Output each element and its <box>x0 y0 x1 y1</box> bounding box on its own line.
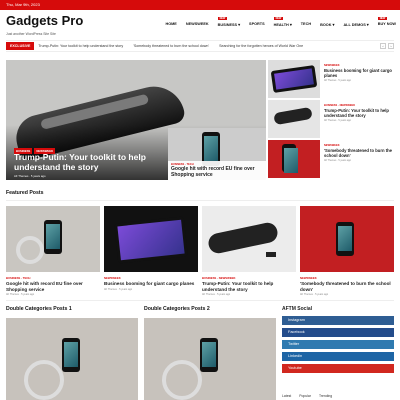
list-item[interactable]: BUSINESS · NEWSWEEK Trump-Putin: Your to… <box>268 100 396 140</box>
nav-all-demos[interactable]: ALL DEMOS ▾ <box>343 22 368 27</box>
divider <box>6 300 394 301</box>
site-header: Gadgets Pro Just another WordPress Site … <box>0 10 400 38</box>
ticker-item[interactable]: Trump-Putin: Your toolkit to help unders… <box>38 44 123 48</box>
post-meta: AF Themes · 5 years ago <box>6 293 35 296</box>
section-title-double-2: Double Categories Posts 2 <box>144 306 210 312</box>
new-badge: NEW <box>273 17 284 20</box>
list-item[interactable]: BUSINESS · NEWSWEEK Trump-Putin: Your to… <box>202 206 296 296</box>
mid-post[interactable]: BUSINESS · TECH Google hit with record E… <box>168 128 266 180</box>
post-category[interactable]: NEWSWEEK <box>300 276 394 280</box>
widget-title: AFTM Social <box>282 306 313 312</box>
post-category[interactable]: BUSINESS · NEWSWEEK <box>202 276 296 280</box>
instagram-button[interactable]: Instagram <box>282 316 394 325</box>
post-meta: AF Themes · 5 years ago <box>324 159 351 162</box>
nav-buy-now[interactable]: NEW BUY NOW <box>377 17 396 27</box>
post-meta: AF Themes · 5 years ago <box>324 119 351 122</box>
post-meta: AF Themes · 5 years ago <box>300 293 329 296</box>
youtube-button[interactable]: Youtube <box>282 364 394 373</box>
featured-posts: BUSINESS · TECH Google hit with record E… <box>6 206 394 296</box>
post-category[interactable]: NEWSWEEK <box>324 64 396 67</box>
next-icon[interactable]: › <box>388 43 394 49</box>
section-title-double-1: Double Categories Posts 1 <box>6 306 72 312</box>
post-thumb <box>6 206 100 272</box>
post-title[interactable]: Google hit with record EU fine over Shop… <box>171 166 263 178</box>
site-tagline: Just another WordPress Site Site <box>6 32 56 36</box>
list-item[interactable]: NEWSWEEK 'Somebody threatened to burn th… <box>268 140 396 180</box>
nav-sports[interactable]: SPORTS <box>249 22 265 27</box>
news-ticker: EXCLUSIVE Trump-Putin: Your toolkit to h… <box>6 40 394 52</box>
nav-newsweek[interactable]: NEWSWEEK <box>186 22 209 27</box>
list-item[interactable]: NEWSWEEK Business booming for giant carg… <box>104 206 198 296</box>
post-meta: AF Themes · 5 years ago <box>324 79 351 82</box>
list-item[interactable]: NEWSWEEK Business booming for giant carg… <box>268 60 396 100</box>
ticker-item[interactable]: Searching for the forgotten heroes of Wo… <box>219 44 303 48</box>
facebook-button[interactable]: Facebook <box>282 328 394 337</box>
linkedin-button[interactable]: Linkedin <box>282 352 394 361</box>
post-thumb <box>104 206 198 272</box>
post-meta: AF Themes · 5 years ago <box>104 287 133 291</box>
post-title[interactable]: Business booming for giant cargo planes <box>324 68 396 78</box>
section-title-featured: Featured Posts <box>6 190 44 196</box>
hero-title[interactable]: Trump-Putin: Your toolkit to help unders… <box>14 152 174 172</box>
post-thumb <box>268 60 320 98</box>
post-thumb <box>268 100 320 138</box>
top-bar: Thu, Mar 9th, 2023 <box>0 0 400 10</box>
main-nav: HOME NEWSWEEK NEW BUSINESS ▾ SPORTS NEW HE… <box>165 17 396 27</box>
post-thumb <box>202 206 296 272</box>
ticker-item[interactable]: 'Somebody threatened to burn the school … <box>133 44 209 48</box>
twitter-button[interactable]: Twitter <box>282 340 394 349</box>
post-category[interactable]: NEWSWEEK <box>324 144 396 147</box>
prev-icon[interactable]: ‹ <box>380 43 386 49</box>
site-logo[interactable]: Gadgets Pro <box>6 13 83 28</box>
nav-business[interactable]: NEW BUSINESS ▾ <box>217 17 240 27</box>
post-title[interactable]: Business booming for giant cargo planes <box>104 281 198 287</box>
tab-bar: Latest Popular Trending <box>282 394 332 398</box>
side-posts: NEWSWEEK Business booming for giant carg… <box>268 60 396 180</box>
nav-home[interactable]: HOME <box>165 22 176 27</box>
ticker-controls: ‹ › <box>380 43 394 49</box>
double-post-image[interactable] <box>6 318 138 400</box>
post-title[interactable]: Trump-Putin: Your toolkit to help unders… <box>324 108 396 118</box>
post-title[interactable]: 'Somebody threatened to burn the school … <box>324 148 396 158</box>
post-title[interactable]: Trump-Putin: Your toolkit to help unders… <box>202 281 296 292</box>
hero-meta: AF Themes · 5 years ago <box>14 174 46 178</box>
list-item[interactable]: NEWSWEEK 'Somebody threatened to burn th… <box>300 206 394 296</box>
new-badge: NEW <box>217 17 228 20</box>
post-meta: AF Themes · 5 years ago <box>202 293 231 296</box>
tab-latest[interactable]: Latest <box>282 394 291 398</box>
new-badge: NEW <box>377 17 388 20</box>
nav-health[interactable]: NEW HEALTH ▾ <box>273 17 292 27</box>
post-category[interactable]: BUSINESS · TECH <box>6 276 100 280</box>
list-item[interactable]: BUSINESS · TECH Google hit with record E… <box>6 206 100 296</box>
tab-popular[interactable]: Popular <box>299 394 311 398</box>
post-thumb <box>300 206 394 272</box>
post-title[interactable]: 'Somebody threatened to burn the school … <box>300 281 394 292</box>
tab-trending[interactable]: Trending <box>319 394 332 398</box>
post-thumb <box>268 140 320 178</box>
nav-book[interactable]: BOOK ▾ <box>320 22 334 27</box>
post-category[interactable]: BUSINESS · NEWSWEEK <box>324 104 396 107</box>
date-label: Thu, Mar 9th, 2023 <box>6 2 40 7</box>
post-title[interactable]: Google hit with record EU fine over Shop… <box>6 281 100 292</box>
social-widget: AFTM Social Instagram Facebook Twitter L… <box>282 306 394 376</box>
post-category[interactable]: NEWSWEEK <box>104 276 198 280</box>
nav-tech[interactable]: TECH <box>301 22 311 27</box>
divider <box>6 200 394 201</box>
double-post-image[interactable] <box>144 318 276 400</box>
ticker-label: EXCLUSIVE <box>6 42 35 50</box>
